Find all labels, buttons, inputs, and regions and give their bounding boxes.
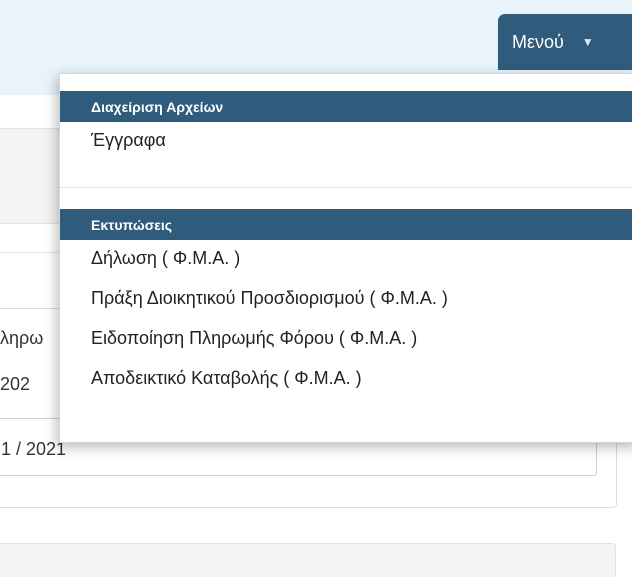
page: Μενού ▼ ληρω 202 1 / 2021 Διαχείριση Αρχ… <box>0 0 632 577</box>
menu-item-administrative-assessment[interactable]: Πράξη Διοικητικού Προσδιορισμού ( Φ.Μ.Α.… <box>91 288 448 309</box>
section-header-file-management: Διαχείριση Αρχείων <box>60 91 632 122</box>
menu-item-payment-receipt[interactable]: Αποδεικτικό Καταβολής ( Φ.Μ.Α. ) <box>91 368 362 389</box>
section-header-prints: Εκτυπώσεις <box>60 209 632 240</box>
caret-down-icon: ▼ <box>581 35 594 49</box>
menu-button[interactable]: Μενού ▼ <box>498 14 632 70</box>
background-label-fragment: ληρω <box>0 328 44 348</box>
background-date-value: 1 / 2021 <box>1 439 67 459</box>
background-value-fragment: 202 <box>0 374 31 394</box>
menu-item-documents[interactable]: Έγγραφα <box>91 130 166 151</box>
menu-item-tax-payment-notice[interactable]: Ειδοποίηση Πληρωμής Φόρου ( Φ.Μ.Α. ) <box>91 328 417 349</box>
menu-item-declaration[interactable]: Δήλωση ( Φ.Μ.Α. ) <box>91 248 240 269</box>
menu-dropdown: Διαχείριση Αρχείων Έγγραφα Εκτυπώσεις Δή… <box>59 73 632 443</box>
menu-divider <box>60 187 632 188</box>
menu-button-label: Μενού <box>512 31 564 52</box>
background-panel-bottom <box>0 543 616 577</box>
